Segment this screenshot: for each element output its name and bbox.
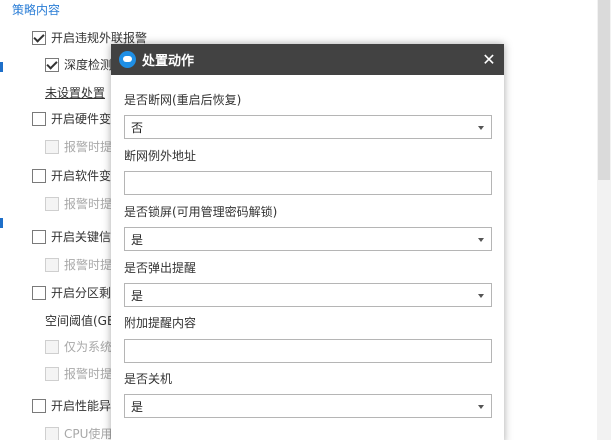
policy-row-deep-detect[interactable]: 深度检测 [45,57,112,73]
policy-row-system-only: 仅为系统 [45,339,112,355]
policy-label: 报警时提 [64,367,113,381]
left-edge-marker [0,62,3,72]
policy-row-hardware-alert: 报警时提 [45,139,112,155]
select-value: 是 [131,288,144,303]
chevron-down-icon [478,126,484,130]
policy-row-performance[interactable]: 开启性能异 [32,398,111,414]
policy-label: 深度检测 [64,58,113,72]
checkbox[interactable] [32,286,46,300]
policy-label: 开启分区剩 [51,286,112,300]
checkbox[interactable] [32,230,46,244]
policy-label: 开启关键信 [51,230,112,244]
popup-select[interactable]: 是 [124,283,492,307]
policy-row-hardware[interactable]: 开启硬件变 [32,111,111,127]
checkbox[interactable] [32,112,46,126]
action-dialog: 处置动作 ✕ 是否断网(重启后恢复) 否 断网例外地址 是否锁屏(可用管理密码解… [111,44,504,440]
disconnect-label: 是否断网(重启后恢复) [124,93,242,107]
scrollbar-thumb[interactable] [598,0,610,180]
policy-row-software[interactable]: 开启软件变 [32,168,111,184]
select-value: 是 [131,232,144,247]
policy-label: CPU使用 [64,427,113,440]
dialog-title: 处置动作 [142,54,195,69]
checkbox [45,197,59,211]
policy-row-key-info[interactable]: 开启关键信 [32,229,111,245]
popup-label: 是否弹出提醒 [124,261,197,275]
exception-address-label: 断网例外地址 [124,149,197,163]
dialog-header: 处置动作 ✕ [111,44,504,75]
scrollbar[interactable] [597,0,611,440]
chevron-down-icon [478,405,484,409]
checkbox [45,140,59,154]
shutdown-select[interactable]: 是 [124,394,492,418]
chevron-down-icon [478,238,484,242]
select-value: 是 [131,399,144,414]
checkbox[interactable] [32,169,46,183]
close-icon[interactable]: ✕ [474,44,504,75]
select-value: 否 [131,120,144,135]
disconnect-select[interactable]: 否 [124,115,492,139]
space-threshold-label: 空间阈值(GE [45,313,115,329]
lock-screen-label: 是否锁屏(可用管理密码解锁) [124,205,278,219]
policy-label: 开启硬件变 [51,112,112,126]
policy-label: 报警时提 [64,140,113,154]
policy-label: 空间阈值(GE [45,314,115,328]
checkbox [45,427,59,440]
section-title: 策略内容 [12,3,61,17]
extra-content-input[interactable] [124,339,492,363]
policy-label: 开启性能异 [51,399,112,413]
exception-address-input[interactable] [124,171,492,195]
lock-screen-select[interactable]: 是 [124,227,492,251]
checkbox [45,340,59,354]
checkbox [45,367,59,381]
policy-row-cpu: CPU使用 [45,426,112,440]
app-logo-icon [119,51,136,68]
left-edge-marker [0,218,3,228]
chevron-down-icon [478,294,484,298]
policy-label: 报警时提 [64,258,113,272]
link-text[interactable]: 未设置处置 [45,85,105,101]
policy-label: 报警时提 [64,197,113,211]
checkbox[interactable] [32,399,46,413]
policy-label: 仅为系统 [64,340,113,354]
shutdown-label: 是否关机 [124,372,173,386]
policy-row-key-info-alert: 报警时提 [45,257,112,273]
checkbox[interactable] [45,58,59,72]
policy-row-software-alert: 报警时提 [45,196,112,212]
policy-row-partition-alert: 报警时提 [45,366,112,382]
policy-label: 开启软件变 [51,169,112,183]
checkbox [45,258,59,272]
policy-row-partition[interactable]: 开启分区剩 [32,285,111,301]
unset-action-link[interactable]: 未设置处置 [45,85,105,101]
checkbox[interactable] [32,31,46,45]
extra-content-label: 附加提醒内容 [124,316,197,330]
